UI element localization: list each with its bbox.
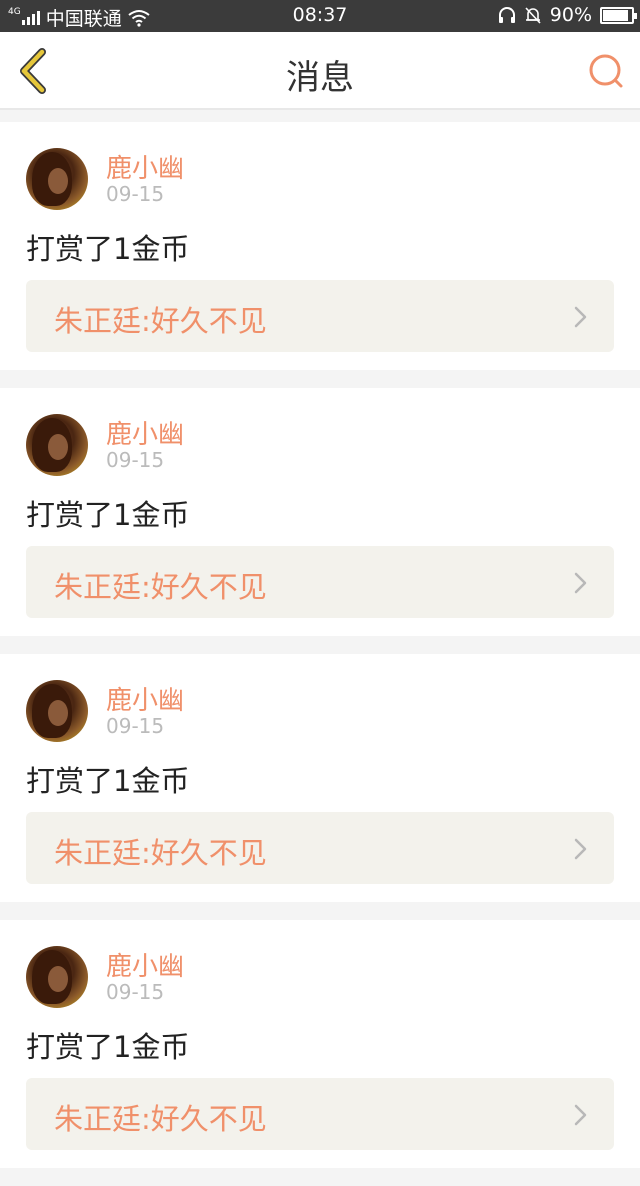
post-date: 09-15: [106, 182, 165, 206]
chevron-right-icon: [574, 838, 587, 860]
battery-icon: [600, 6, 637, 24]
quoted-post-link[interactable]: 朱正廷:好久不见: [26, 1078, 614, 1150]
quoted-post-link[interactable]: 朱正廷:好久不见: [26, 812, 614, 884]
quoted-post-link[interactable]: 朱正廷:好久不见: [26, 280, 614, 352]
post-date: 09-15: [106, 714, 165, 738]
post-date: 09-15: [106, 980, 165, 1004]
avatar[interactable]: [26, 680, 88, 742]
post-date: 09-15: [106, 448, 165, 472]
quoted-post-text: 朱正廷:好久不见: [54, 836, 267, 870]
quoted-post-text: 朱正廷:好久不见: [54, 570, 267, 604]
message-text: 打赏了1金币: [26, 232, 190, 266]
user-name[interactable]: 鹿小幽: [106, 148, 184, 185]
status-bar: 4G 中国联通 08:37 90%: [0, 0, 640, 32]
message-card[interactable]: 鹿小幽 09-15 打赏了1金币 朱正廷:好久不见: [0, 388, 640, 636]
message-text: 打赏了1金币: [26, 764, 190, 798]
message-card[interactable]: 鹿小幽 09-15 打赏了1金币 朱正廷:好久不见: [0, 920, 640, 1168]
search-button[interactable]: [586, 52, 626, 92]
message-list: 鹿小幽 09-15 打赏了1金币 朱正廷:好久不见 鹿小幽 09-15 打赏了1…: [0, 122, 640, 1186]
battery-percent: 90%: [549, 4, 592, 26]
message-card[interactable]: 鹿小幽 09-15 打赏了1金币 朱正廷:好久不见: [0, 654, 640, 902]
avatar[interactable]: [26, 148, 88, 210]
message-text: 打赏了1金币: [26, 1030, 190, 1064]
quoted-post-link[interactable]: 朱正廷:好久不见: [26, 546, 614, 618]
quoted-post-text: 朱正廷:好久不见: [54, 304, 267, 338]
user-name[interactable]: 鹿小幽: [106, 414, 184, 451]
message-card[interactable]: 鹿小幽 09-15 打赏了1金币 朱正廷:好久不见: [0, 122, 640, 370]
battery-fill: [603, 9, 628, 21]
headset-icon: [498, 7, 515, 23]
chevron-right-icon: [574, 572, 587, 594]
avatar[interactable]: [26, 414, 88, 476]
status-right: 90%: [498, 4, 637, 26]
user-name[interactable]: 鹿小幽: [106, 680, 184, 717]
quoted-post-text: 朱正廷:好久不见: [54, 1102, 267, 1136]
nav-bar: 消息: [0, 32, 640, 110]
chevron-right-icon: [574, 306, 587, 328]
bell-muted-icon: [525, 7, 541, 24]
avatar[interactable]: [26, 946, 88, 1008]
message-text: 打赏了1金币: [26, 498, 190, 532]
chevron-right-icon: [574, 1104, 587, 1126]
user-name[interactable]: 鹿小幽: [106, 946, 184, 983]
page-title: 消息: [286, 58, 354, 98]
